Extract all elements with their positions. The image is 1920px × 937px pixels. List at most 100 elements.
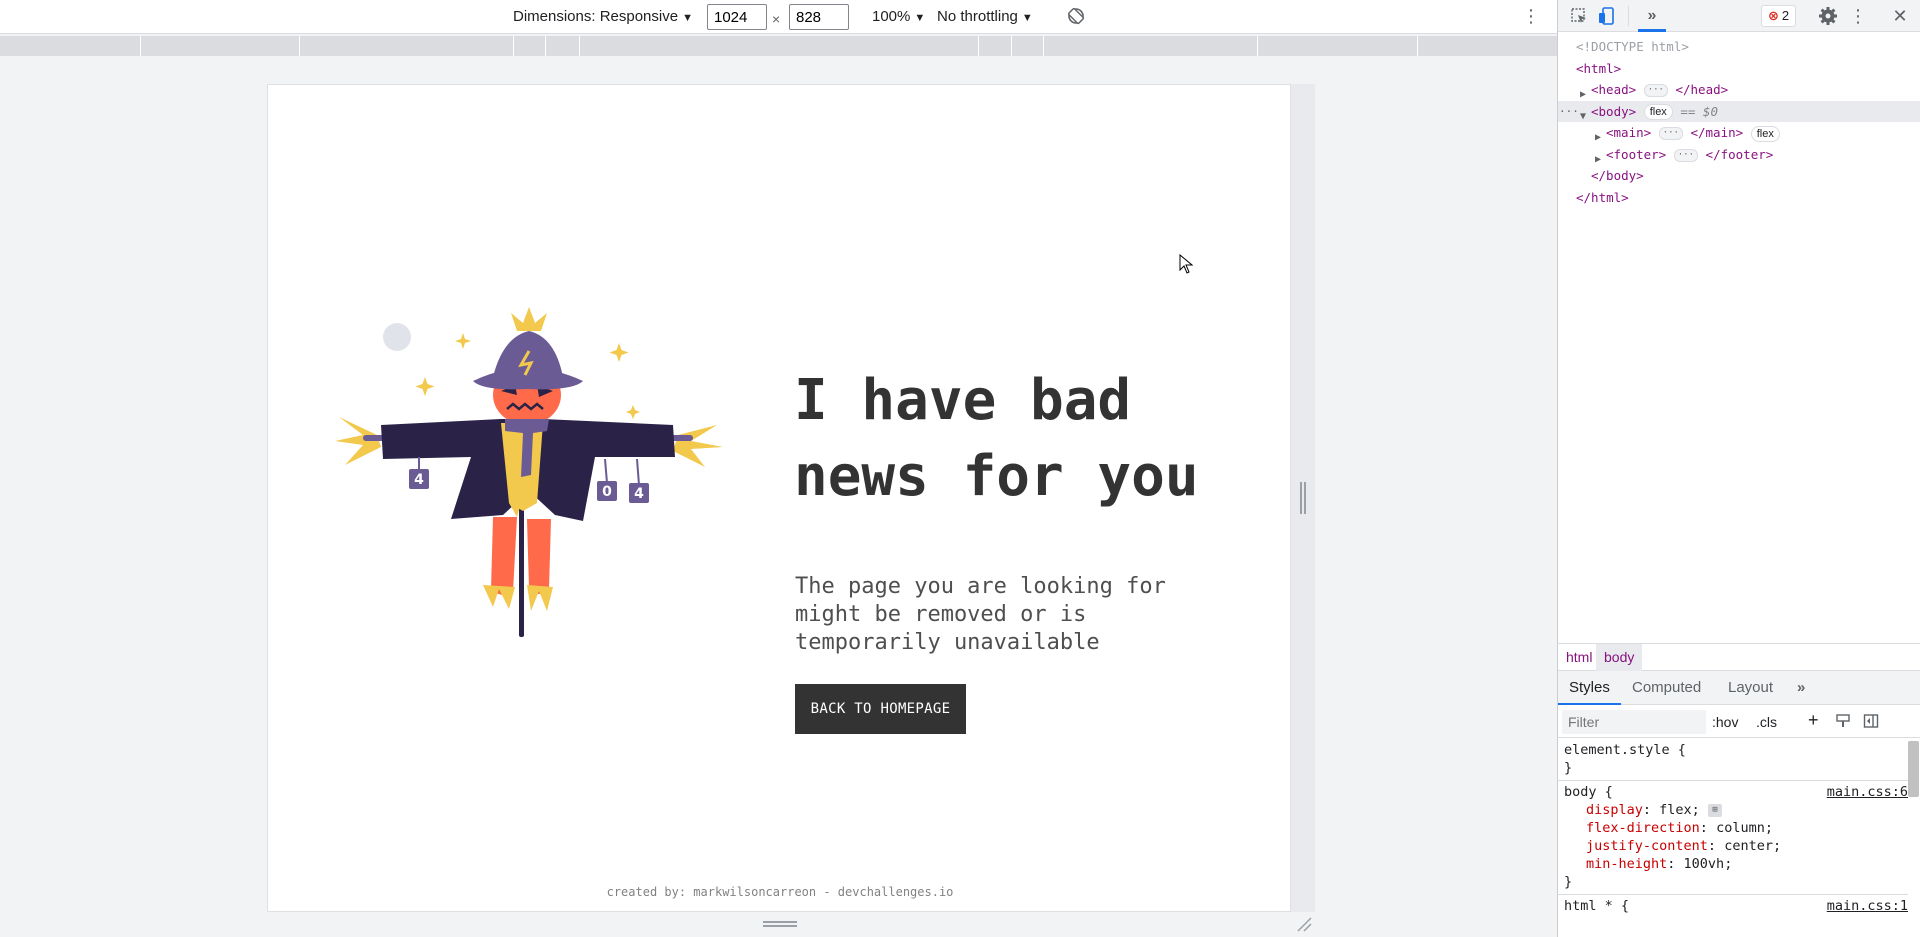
settings-gear-icon[interactable]	[1818, 6, 1838, 26]
dropdown-arrow-icon: ▼	[1021, 12, 1033, 24]
back-to-homepage-button[interactable]: BACK TO HOMEPAGE	[795, 684, 966, 734]
rule-source-link[interactable]: main.css:6	[1827, 783, 1908, 801]
dom-node-html[interactable]: <html>	[1558, 58, 1920, 80]
tab-computed[interactable]: Computed	[1632, 671, 1701, 705]
main-close-tag: </main>	[1690, 125, 1744, 140]
more-tabs-icon[interactable]: »	[1642, 6, 1662, 26]
dom-node-body[interactable]: ··· ▼ <body> flex == $0	[1558, 100, 1920, 123]
new-style-rule-button[interactable]: +	[1808, 711, 1819, 729]
rule-selector: element.style {	[1564, 742, 1686, 758]
scarecrow-illustration: 4 0 4	[335, 307, 723, 637]
dom-node-main[interactable]: ▶ <main> ··· </main> flex	[1558, 122, 1920, 144]
zoom-dropdown[interactable]: 100% ▼	[872, 7, 925, 28]
media-query-marker[interactable]	[978, 36, 979, 56]
media-query-marker[interactable]	[545, 36, 546, 56]
page-description: The page you are looking for might be re…	[795, 574, 1166, 655]
media-query-bar[interactable]	[0, 36, 1557, 56]
body-open-tag: <body>	[1591, 103, 1637, 119]
property-name: flex-direction	[1586, 820, 1700, 836]
tab-styles[interactable]: Styles	[1558, 671, 1621, 705]
flex-badge[interactable]: flex	[1750, 125, 1780, 142]
flex-badge[interactable]: flex	[1643, 104, 1673, 120]
throttling-label: No throttling	[937, 8, 1018, 25]
styles-scrollbar[interactable]	[1908, 741, 1919, 797]
error-count-badge[interactable]: ⊗ 2	[1761, 5, 1797, 27]
styles-filter-input[interactable]	[1562, 710, 1706, 734]
dom-tree: <!DOCTYPE html> <html> ▶ <head> ··· </he…	[1558, 36, 1920, 208]
style-rule-body[interactable]: body { main.css:6 display: flex; ⊞ flex-…	[1558, 781, 1908, 895]
dom-node-doctype[interactable]: <!DOCTYPE html>	[1558, 36, 1920, 58]
breadcrumb: html body	[1558, 643, 1920, 671]
resize-handle-bottom[interactable]	[763, 921, 797, 927]
declaration-min-height[interactable]: min-height: 100vh;	[1564, 855, 1902, 873]
declaration-justify-content[interactable]: justify-content: center;	[1564, 837, 1902, 855]
hover-state-toggle[interactable]: :hov	[1712, 713, 1738, 731]
error-icon: ⊗	[1768, 8, 1779, 23]
collapsed-content-ellipsis[interactable]: ···	[1673, 148, 1699, 162]
devtools-panel: » ⊗ 2 ⋮ ✕ <!DOCTYPE html> <html> ▶ <head>…	[1557, 0, 1920, 937]
style-rule-element[interactable]: element.style { }	[1558, 739, 1908, 781]
page-footer: created by: markwilsoncarreon - devchall…	[606, 885, 954, 899]
rule-source-link[interactable]: main.css:1	[1827, 897, 1908, 915]
resize-corner-icon[interactable]	[1296, 916, 1312, 932]
close-devtools-icon[interactable]: ✕	[1890, 6, 1910, 26]
declaration-display[interactable]: display: flex; ⊞	[1564, 801, 1902, 819]
row-menu-icon[interactable]: ···	[1559, 101, 1579, 123]
footer-open-tag: <footer>	[1606, 146, 1667, 162]
error-count: 2	[1781, 8, 1790, 23]
style-rule-html-all[interactable]: html * { main.css:1	[1558, 895, 1908, 918]
dom-node-footer[interactable]: ▶ <footer> ··· </footer>	[1558, 144, 1920, 166]
breadcrumb-body[interactable]: body	[1596, 644, 1643, 671]
head-open-tag: <head>	[1591, 82, 1637, 97]
paint-brush-icon[interactable]	[1835, 713, 1851, 729]
inspect-element-icon[interactable]	[1569, 6, 1589, 26]
leg-right-shape	[527, 519, 551, 594]
media-query-marker[interactable]	[513, 36, 514, 56]
dimensions-dropdown[interactable]: Dimensions: Responsive ▼	[513, 7, 693, 28]
media-query-marker[interactable]	[579, 36, 580, 56]
rotate-icon[interactable]	[1066, 6, 1086, 26]
doctype-text: <!DOCTYPE html>	[1576, 39, 1689, 54]
class-toggle[interactable]: .cls	[1756, 713, 1777, 731]
media-query-marker[interactable]	[299, 36, 300, 56]
toggle-sidebar-icon[interactable]	[1863, 713, 1879, 729]
height-input[interactable]	[789, 4, 849, 30]
styles-tabbar: Styles Computed Layout »	[1558, 671, 1920, 705]
sparkle-icon	[626, 405, 640, 419]
dropdown-arrow-icon: ▼	[914, 12, 926, 24]
dropdown-arrow-icon: ▼	[682, 12, 693, 24]
tab-layout[interactable]: Layout	[1728, 671, 1773, 705]
breadcrumb-html[interactable]: html	[1558, 644, 1600, 671]
dom-node-html-close[interactable]: </html>	[1558, 187, 1920, 209]
more-tabs-icon[interactable]: »	[1797, 671, 1805, 705]
zoom-label: 100%	[872, 8, 911, 25]
page-title: I have bad news for you	[794, 368, 1199, 509]
body-close-tag: </body>	[1591, 168, 1644, 183]
property-name: display	[1586, 802, 1643, 818]
media-query-marker[interactable]	[1011, 36, 1012, 56]
can-digit: 4	[414, 472, 424, 488]
more-options-icon[interactable]: ⋮	[1522, 6, 1540, 26]
dom-node-head[interactable]: ▶ <head> ··· </head>	[1558, 79, 1920, 101]
collapsed-content-ellipsis[interactable]: ···	[1658, 127, 1683, 140]
flexbox-editor-icon[interactable]: ⊞	[1707, 803, 1722, 817]
can-digit: 4	[634, 486, 644, 502]
rule-close-brace: }	[1564, 760, 1573, 776]
throttling-dropdown[interactable]: No throttling ▼	[937, 7, 1033, 28]
property-name: min-height	[1586, 856, 1668, 872]
declaration-flex-direction[interactable]: flex-direction: column;	[1564, 819, 1902, 837]
resize-handle-right[interactable]	[1300, 482, 1306, 514]
collapsed-content-ellipsis[interactable]: ···	[1643, 84, 1668, 97]
media-query-marker[interactable]	[1043, 36, 1044, 56]
sparkle-icon	[455, 333, 471, 349]
devtools-menu-icon[interactable]: ⋮	[1848, 6, 1868, 26]
active-tab-indicator	[1638, 29, 1666, 32]
media-query-marker[interactable]	[1417, 36, 1418, 56]
toolbar-divider	[1628, 6, 1629, 26]
media-query-marker[interactable]	[1257, 36, 1258, 56]
device-toolbar-toggle-icon[interactable]	[1597, 6, 1617, 26]
dimension-separator: ×	[772, 11, 781, 27]
width-input[interactable]	[707, 4, 767, 30]
media-query-marker[interactable]	[140, 36, 141, 56]
dom-node-body-close[interactable]: </body>	[1558, 165, 1920, 187]
